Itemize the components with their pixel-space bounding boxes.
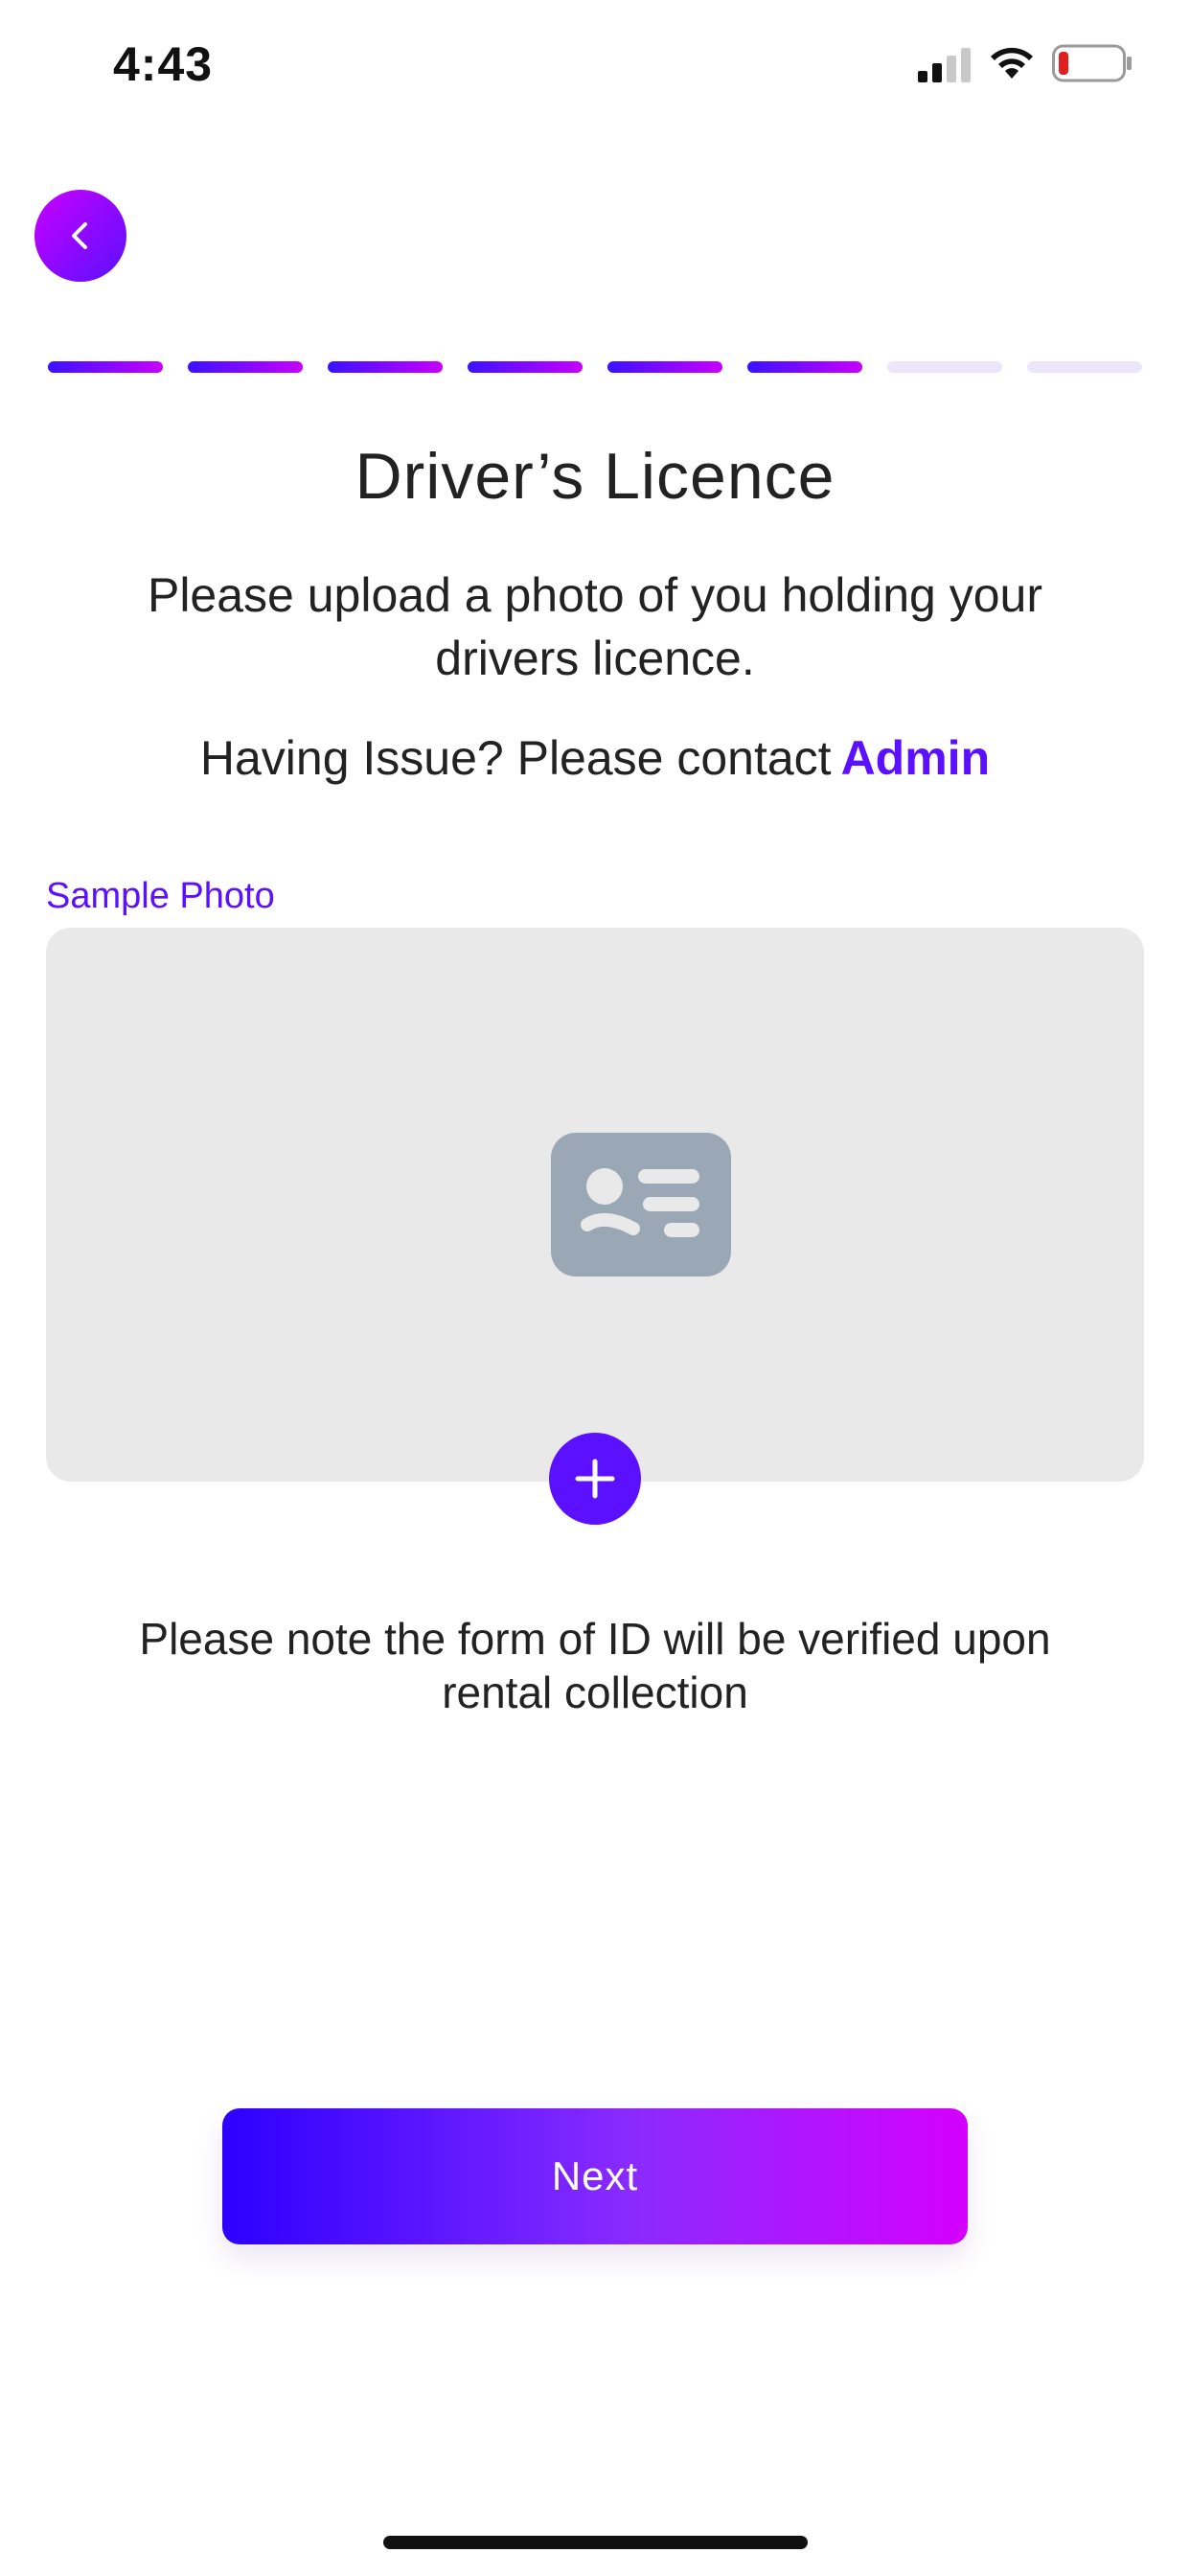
back-button[interactable] [34,190,126,282]
status-bar: 4:43 [0,0,1190,134]
progress-segment-5 [607,361,722,373]
add-photo-button[interactable] [549,1433,641,1525]
step-progress-bar [48,361,1142,373]
progress-segment-2 [188,361,303,373]
admin-contact-link[interactable]: Admin [841,731,991,785]
home-indicator [383,2536,808,2549]
help-line: Having Issue? Please contact Admin [0,730,1190,786]
progress-segment-4 [468,361,583,373]
progress-segment-3 [328,361,443,373]
progress-segment-8 [1027,361,1142,373]
next-button[interactable]: Next [222,2108,968,2244]
wifi-icon [991,47,1033,79]
photo-upload-area[interactable] [46,928,1144,1482]
progress-segment-7 [887,361,1002,373]
cellular-signal-icon [918,48,971,82]
driver-licence-upload-screen: 4:43 Driver’s Licence Please upload a ph… [0,0,1190,2576]
upload-instructions: Please upload a photo of you holding you… [147,568,1043,685]
help-text: Having Issue? Please contact [199,731,832,785]
progress-segment-1 [48,361,163,373]
sample-photo-label: Sample Photo [46,876,275,916]
chevron-left-icon [72,222,87,249]
plus-icon [575,1459,615,1499]
status-time: 4:43 [113,37,214,91]
id-card-icon [551,1133,731,1276]
page-title: Driver’s Licence [355,440,835,513]
next-button-label: Next [551,2153,639,2198]
progress-segment-6 [747,361,862,373]
verification-note: Please note the form of ID will be verif… [139,1614,1051,1717]
battery-low-icon [1052,44,1132,82]
